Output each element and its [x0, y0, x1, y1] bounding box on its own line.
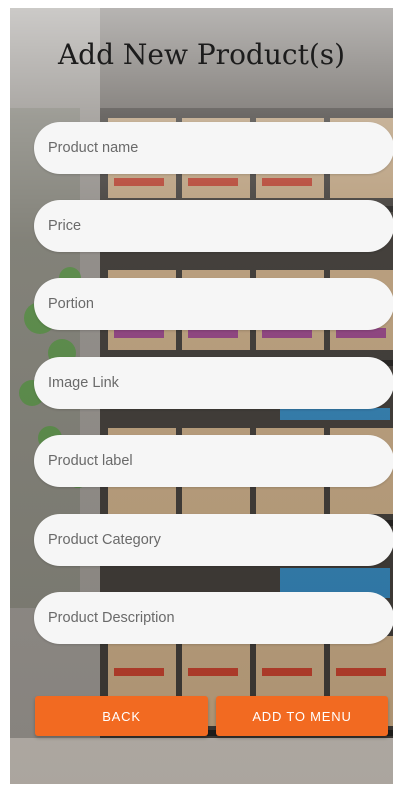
- product-description-input[interactable]: [34, 592, 393, 644]
- add-to-menu-button[interactable]: ADD TO MENU: [216, 696, 388, 736]
- image-link-input[interactable]: [34, 357, 393, 409]
- screen: Add New Product(s) BACK ADD TO MENU: [10, 8, 393, 784]
- product-name-input[interactable]: [34, 122, 393, 174]
- price-input[interactable]: [34, 200, 393, 252]
- product-label-input[interactable]: [34, 435, 393, 487]
- page-title: Add New Product(s): [57, 38, 346, 71]
- product-category-input[interactable]: [34, 514, 393, 566]
- back-button[interactable]: BACK: [35, 696, 208, 736]
- portion-input[interactable]: [34, 278, 393, 330]
